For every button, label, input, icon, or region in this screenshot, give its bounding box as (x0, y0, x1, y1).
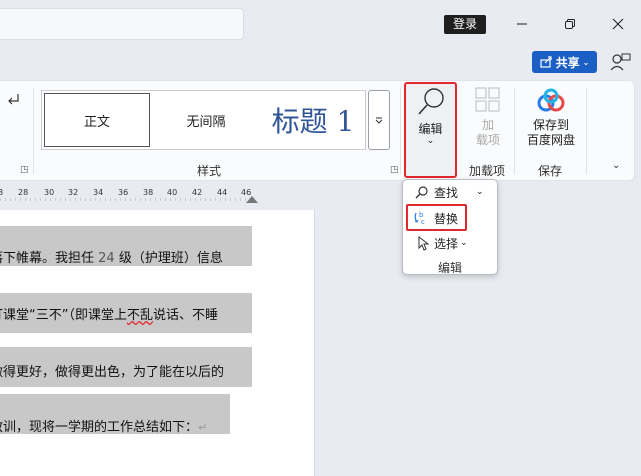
paragraph-mark: ↵ (198, 421, 208, 434)
search-icon (418, 88, 444, 115)
ruler-tick: 36 (118, 188, 129, 197)
editing-button-label: 编辑 (418, 122, 443, 136)
text-run: 级（护理班）信息 (114, 251, 223, 266)
ruler-tick: 28 (18, 188, 29, 197)
styles-gallery: 正文 无间隔 标题 1 (41, 90, 366, 150)
cursor-arrow-icon (418, 235, 429, 251)
share-icon (540, 56, 552, 68)
gallery-more-icon (375, 117, 383, 124)
text-run: 24 (98, 251, 115, 266)
styles-dialog-launcher-icon[interactable]: ◳ (390, 165, 399, 175)
group-separator (586, 88, 587, 174)
baidu-netdisk-icon (537, 88, 565, 112)
group-separator (514, 88, 515, 174)
search-box[interactable] (0, 8, 244, 40)
styles-group-label: 样式 (197, 164, 222, 178)
addins-button[interactable]: 加 载项 (468, 86, 508, 148)
editing-button[interactable]: 编辑 ⌄ (404, 82, 457, 178)
text-run: 订课堂“三不”（即课堂上 (0, 308, 127, 323)
login-button[interactable]: 登录 (444, 15, 486, 34)
document-text-line: 落下帷幕。我担任 24 级（护理班）信息 (0, 247, 223, 266)
close-icon (612, 18, 624, 30)
ruler-tick: 42 (192, 188, 203, 197)
style-normal-label: 正文 (83, 114, 110, 130)
ruler-scale (0, 198, 252, 201)
minimize-button[interactable] (510, 13, 534, 35)
ruler-tick: 44 (217, 188, 228, 197)
share-button[interactable]: 共享 ⌄ (532, 51, 597, 73)
minimize-icon (517, 23, 527, 25)
save-group-label: 保存 (538, 164, 563, 178)
document-text-line: 教训，现将一学期的工作总结如下：↵ (0, 416, 207, 435)
save-to-baidu-button[interactable]: 保存到 百度网盘 (522, 86, 580, 148)
document-text-line: 订课堂“三不”（即课堂上不乱说话、不睡 (0, 304, 218, 323)
select-label: 选择 (434, 236, 459, 251)
ruler-tick: 40 (167, 188, 178, 197)
ruler-tick: 30 (44, 188, 55, 197)
paragraph-dialog-launcher-icon[interactable]: ◳ (20, 165, 29, 175)
find-menu-item[interactable]: 查找 ⌄ (415, 182, 495, 202)
replace-highlight-box (406, 204, 467, 231)
restore-button[interactable] (558, 13, 582, 35)
ruler-tick: 38 (143, 188, 154, 197)
text-run: 教训，现将一学期的工作总结如下： (0, 420, 199, 435)
style-no-spacing-label: 无间隔 (186, 114, 226, 130)
addins-group-label: 加载项 (469, 164, 506, 178)
spelling-error-text[interactable]: 不乱 (127, 308, 153, 323)
styles-gallery-more-button[interactable] (368, 90, 390, 150)
addins-grid-icon (475, 87, 500, 112)
text-run: 说话、不睡 (153, 308, 219, 323)
chevron-down-icon: ⌄ (582, 57, 590, 67)
right-indent-marker[interactable] (246, 196, 258, 203)
ruler-tick: 34 (93, 188, 104, 197)
share-label: 共享 (555, 55, 580, 70)
style-heading-1[interactable]: 标题 1 (260, 91, 366, 149)
text-run: 落下帷幕。我担任 (0, 251, 99, 266)
chevron-down-icon: ⌄ (460, 238, 468, 248)
close-button[interactable] (606, 13, 630, 35)
document-page[interactable]: 落下帷幕。我担任 24 级（护理班）信息 订课堂“三不”（即课堂上不乱说话、不睡… (0, 210, 315, 476)
document-text-line: 做得更好，做得更出色，为了能在以后的 (0, 365, 225, 380)
save-to-baidu-label-2: 百度网盘 (526, 133, 575, 147)
group-separator (400, 88, 401, 174)
chevron-down-icon[interactable]: ⌄ (476, 187, 484, 197)
style-no-spacing[interactable]: 无间隔 (154, 91, 258, 149)
restore-icon (565, 19, 575, 29)
ruler-tick: 8 (0, 188, 4, 197)
save-to-baidu-label-1: 保存到 (532, 118, 569, 132)
feedback-icon[interactable] (609, 52, 631, 72)
ruler-tick: 32 (68, 188, 79, 197)
select-menu-item[interactable]: 选择 ⌄ (417, 233, 493, 253)
chevron-down-icon: ⌄ (426, 136, 435, 146)
collapse-ribbon-chevron-icon[interactable]: ⌄ (612, 160, 620, 171)
addins-button-label-2: 载项 (475, 133, 500, 147)
find-label: 查找 (434, 185, 459, 200)
style-heading-1-label: 标题 1 (271, 105, 355, 138)
style-normal[interactable]: 正文 (44, 93, 150, 147)
addins-button-label-1: 加 (481, 118, 494, 132)
group-separator (33, 88, 34, 174)
editing-group-label: 编辑 (437, 261, 462, 275)
paragraph-mark-icon[interactable] (6, 92, 24, 106)
search-icon (415, 186, 428, 199)
